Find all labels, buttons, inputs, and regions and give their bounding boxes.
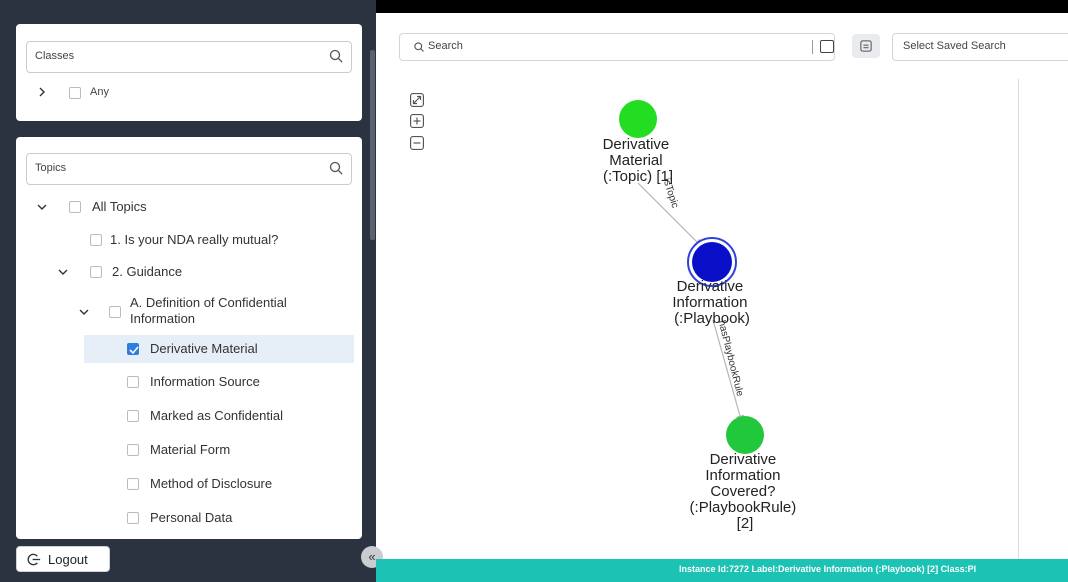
checkbox[interactable] <box>127 376 139 388</box>
tree-item-label: Method of Disclosure <box>150 476 273 491</box>
tree-item-label: Material Form <box>150 442 231 457</box>
tree-item-q1[interactable]: 1. Is your NDA really mutual? <box>16 228 362 252</box>
tree-item-information-source[interactable]: Information Source <box>84 370 354 394</box>
graph-node-label: Derivative Material (:Topic) [1] <box>603 136 674 185</box>
checkbox[interactable] <box>127 478 139 490</box>
checkbox[interactable] <box>69 87 81 99</box>
classes-search-input[interactable]: Classes <box>26 41 352 73</box>
tree-item-derivative-material[interactable]: Derivative Material <box>84 335 354 363</box>
checkbox[interactable] <box>127 410 139 422</box>
tree-item-label: 1. Is your NDA really mutual? <box>110 232 279 247</box>
tree-item-label: All Topics <box>92 199 147 214</box>
tree-item-method-of-disclosure[interactable]: Method of Disclosure <box>84 472 354 496</box>
graph-edge-label: hasPlaybookRule <box>716 319 746 398</box>
checkbox[interactable] <box>69 201 81 213</box>
topics-panel: Topics All Topics 1. Is your NDA really … <box>16 137 362 539</box>
tree-item-guidance[interactable]: 2. Guidance <box>16 260 362 284</box>
logout-label: Logout <box>48 552 88 567</box>
status-text: Instance Id:7272 Label:Derivative Inform… <box>679 564 977 574</box>
graph-node-label: Derivative Information Covered? (:Playbo… <box>690 451 801 532</box>
topics-search-input[interactable]: Topics <box>26 153 352 185</box>
logout-icon <box>27 553 41 566</box>
tree-item-label: A. Definition of Confidential Informatio… <box>130 295 287 326</box>
tree-item-label: Any <box>90 86 109 98</box>
classes-search-placeholder: Classes <box>35 50 75 62</box>
graph-node[interactable] <box>726 416 764 454</box>
tree-item-label: 2. Guidance <box>112 264 183 279</box>
checkbox[interactable] <box>90 266 102 278</box>
chevron-down-icon[interactable] <box>79 307 89 317</box>
chevron-right-icon[interactable] <box>37 87 47 97</box>
tree-item-marked-as-confidential[interactable]: Marked as Confidential <box>84 404 354 428</box>
tree-item-label: Marked as Confidential <box>150 408 283 423</box>
search-icon[interactable] <box>328 48 344 64</box>
tree-item-definition[interactable]: A. Definition of Confidential Informatio… <box>16 295 362 331</box>
classes-panel: Classes Any <box>16 24 362 121</box>
tree-item-personal-data[interactable]: Personal Data <box>84 506 354 530</box>
status-bar: Instance Id:7272 Label:Derivative Inform… <box>376 559 1068 582</box>
checkbox[interactable] <box>90 234 102 246</box>
chevron-down-icon[interactable] <box>58 267 68 277</box>
logout-button[interactable]: Logout <box>16 546 110 572</box>
tree-item-any[interactable]: Any <box>16 80 362 104</box>
tree-item-all-topics[interactable]: All Topics <box>16 195 362 219</box>
checkbox[interactable] <box>109 306 121 318</box>
sidebar: Classes Any Topics All Topics 1. Is your… <box>0 0 376 582</box>
checkbox[interactable] <box>127 444 139 456</box>
tree-item-label: Information Source <box>150 374 260 389</box>
graph-view: Search Select Saved Search isTopic hasPl… <box>376 13 1068 582</box>
graph-node[interactable] <box>692 242 732 282</box>
search-icon[interactable] <box>328 160 344 176</box>
tree-item-label: Derivative Material <box>150 341 258 356</box>
tree-item-label: Personal Data <box>150 510 233 525</box>
checkbox-checked[interactable] <box>127 343 139 355</box>
chevron-down-icon[interactable] <box>37 202 47 212</box>
graph-node[interactable] <box>619 100 657 138</box>
tree-item-material-form[interactable]: Material Form <box>84 438 354 462</box>
check-icon <box>129 346 139 355</box>
graph-canvas[interactable]: isTopic hasPlaybookRule Derivative Mater… <box>376 13 1068 559</box>
topics-search-placeholder: Topics <box>35 162 67 174</box>
graph-node-label: Derivative Information (:Playbook) <box>672 278 751 327</box>
checkbox[interactable] <box>127 512 139 524</box>
sidebar-scrollbar[interactable] <box>370 50 375 240</box>
